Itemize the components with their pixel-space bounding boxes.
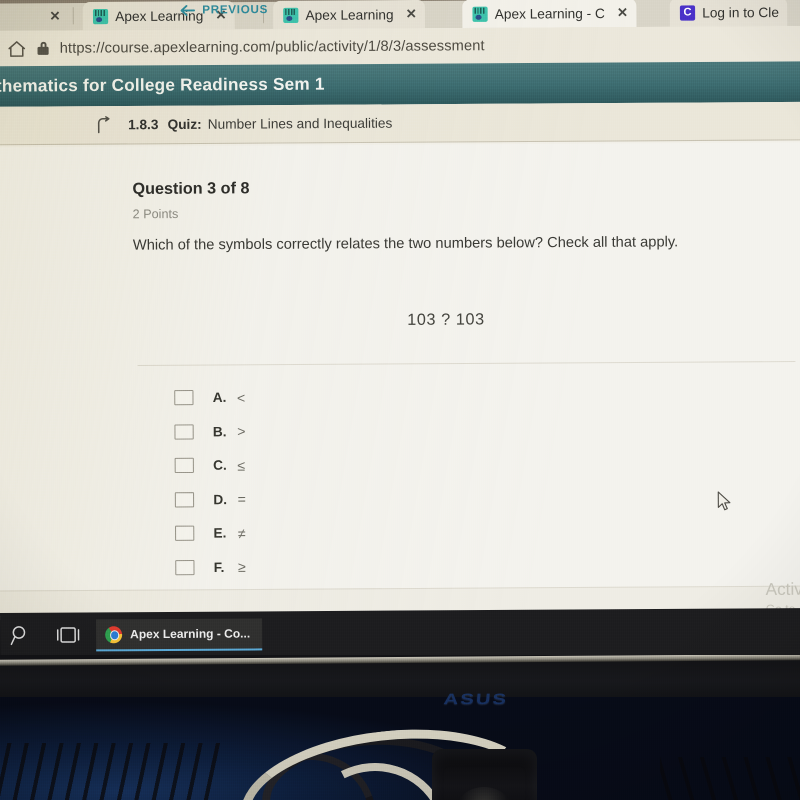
- checkbox-d[interactable]: [174, 491, 195, 508]
- taskbar-window-chrome[interactable]: Apex Learning - Co...: [96, 618, 263, 652]
- url-text[interactable]: https://course.apexlearning.com/public/a…: [60, 38, 485, 57]
- browser-tab-4-title: Log in to Cle: [702, 4, 779, 21]
- option-letter-b: B.: [212, 423, 227, 440]
- question-body: Question 3 of 8 2 Points Which of the sy…: [0, 142, 800, 591]
- bezel-highlight: [0, 655, 800, 666]
- option-letter-e: E.: [213, 525, 227, 541]
- cable-bundle-left: [0, 743, 220, 800]
- option-letter-a: A.: [212, 390, 227, 406]
- tab-close-icon-0[interactable]: ✕: [49, 8, 60, 24]
- option-symbol-e: ≠: [237, 525, 246, 542]
- browser-tab-2-title: Apex Learning: [305, 6, 394, 23]
- search-icon[interactable]: [10, 625, 30, 651]
- checkbox-b[interactable]: [174, 424, 194, 440]
- mouse-cursor-icon: [717, 491, 732, 512]
- answer-option-d[interactable]: D. =: [174, 482, 246, 516]
- option-symbol-c: ≤: [237, 457, 246, 474]
- breadcrumb-kind: Quiz:: [167, 116, 202, 133]
- tab-close-icon-3[interactable]: ✕: [617, 5, 628, 21]
- option-letter-d: D.: [213, 491, 228, 507]
- home-icon[interactable]: [7, 39, 26, 57]
- monitor-photo: ✕ Apex Learning ✕ Apex Learning ✕ Apex L…: [0, 0, 800, 800]
- windows-taskbar: Apex Learning - Co...: [0, 608, 800, 660]
- breadcrumb-number: 1.8.3: [127, 116, 159, 133]
- browser-tab-4[interactable]: C Log in to Cle: [669, 0, 788, 27]
- question-points: 2 Points: [132, 206, 179, 222]
- course-banner: athematics for College Readiness Sem 1: [0, 61, 800, 107]
- question-divider: [137, 360, 796, 367]
- answer-option-e[interactable]: E. ≠: [175, 516, 246, 550]
- answer-option-f[interactable]: F. ≥: [175, 550, 246, 584]
- browser-omnibox: https://course.apexlearning.com/public/a…: [0, 25, 800, 67]
- apex-favicon-icon: [472, 6, 488, 22]
- browser-tab-3-active[interactable]: Apex Learning - C ✕: [462, 0, 637, 29]
- previous-label: PREVIOUS: [202, 3, 269, 17]
- browser-tab-3-title: Apex Learning - C: [494, 5, 605, 22]
- answer-options-list: A. < B. > C. ≤ D. = E. ≠ F. ≥: [174, 381, 246, 585]
- apex-favicon-icon: [283, 7, 299, 23]
- monitor-stand: [432, 749, 537, 800]
- checkbox-c[interactable]: [174, 458, 194, 474]
- clever-favicon-icon: C: [679, 4, 696, 21]
- arrow-left-icon: [180, 5, 196, 16]
- browser-window: ✕ Apex Learning ✕ Apex Learning ✕ Apex L…: [0, 0, 800, 620]
- chrome-icon: [105, 625, 123, 643]
- monitor-bezel: ASUS: [0, 655, 800, 800]
- previous-button[interactable]: PREVIOUS: [180, 4, 268, 17]
- option-symbol-f: ≥: [237, 558, 246, 576]
- padlock-icon: [37, 41, 49, 55]
- task-view-icon[interactable]: [55, 627, 81, 649]
- browser-tab-2[interactable]: Apex Learning ✕: [273, 0, 425, 30]
- taskbar-window-label: Apex Learning - Co...: [130, 626, 251, 642]
- answer-option-c[interactable]: C. ≤: [174, 448, 246, 482]
- desk-background: [0, 697, 800, 800]
- apex-favicon-icon: [92, 8, 109, 24]
- breadcrumb-name: Number Lines and Inequalities: [207, 115, 393, 132]
- tab-separator: [72, 7, 74, 25]
- option-symbol-a: <: [236, 389, 246, 406]
- answer-option-b[interactable]: B. >: [174, 414, 246, 448]
- cable-bundle-right: [660, 757, 800, 800]
- asus-brand-logo: ASUS: [442, 691, 509, 708]
- option-letter-c: C.: [213, 457, 227, 474]
- activity-breadcrumb-bar: 1.8.3 Quiz: Number Lines and Inequalitie…: [0, 101, 800, 146]
- option-letter-f: F.: [213, 559, 225, 575]
- option-symbol-d: =: [237, 491, 246, 508]
- checkbox-e[interactable]: [175, 525, 195, 542]
- answer-option-a[interactable]: A. <: [174, 381, 245, 415]
- question-expression: 103 ? 103: [407, 311, 485, 329]
- tab-close-icon-2[interactable]: ✕: [406, 6, 417, 22]
- return-arrow-icon[interactable]: [94, 116, 112, 134]
- question-prompt: Which of the symbols correctly relates t…: [132, 234, 679, 254]
- checkbox-f[interactable]: [175, 559, 195, 576]
- course-title: athematics for College Readiness Sem 1: [0, 74, 325, 96]
- option-symbol-b: >: [237, 423, 246, 440]
- checkbox-a[interactable]: [174, 390, 194, 406]
- question-heading: Question 3 of 8: [132, 180, 250, 199]
